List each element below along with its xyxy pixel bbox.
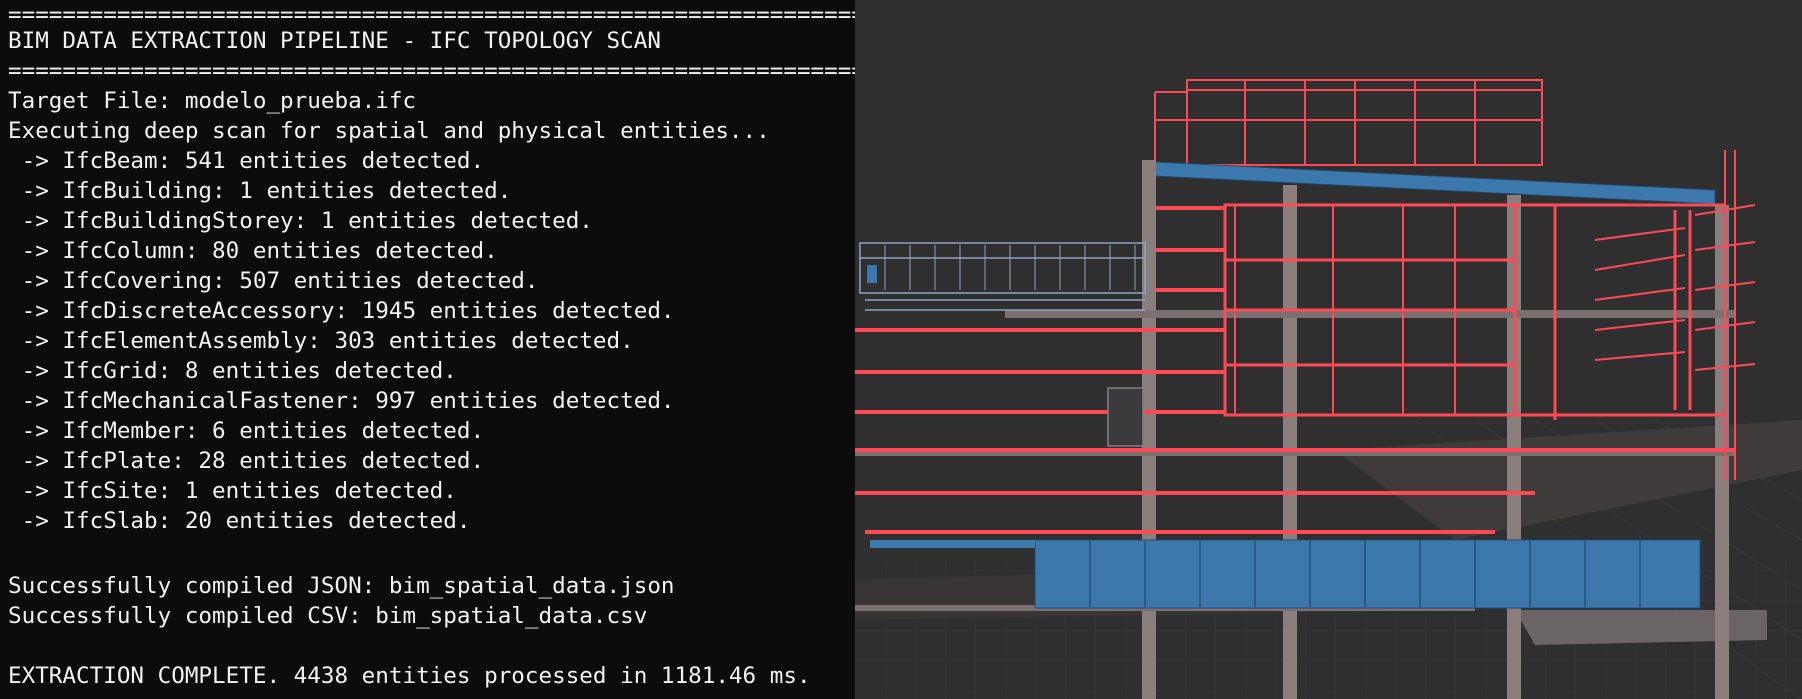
entity-line: -> IfcSlab: 20 entities detected.	[8, 508, 471, 534]
entity-line: -> IfcDiscreteAccessory: 1945 entities d…	[8, 298, 675, 324]
entity-line: -> IfcColumn: 80 entities detected.	[8, 238, 498, 264]
json-output-line: Successfully compiled JSON: bim_spatial_…	[8, 573, 675, 599]
entity-line: -> IfcBuildingStorey: 1 entities detecte…	[8, 208, 593, 234]
left-cantilever-truss	[859, 242, 1146, 311]
entity-line: -> IfcElementAssembly: 303 entities dete…	[8, 328, 634, 354]
roof-truss	[1154, 79, 1543, 166]
entity-line: -> IfcMember: 6 entities detected.	[8, 418, 485, 444]
bim-structure-render	[855, 79, 1802, 699]
entity-line: -> IfcGrid: 8 entities detected.	[8, 358, 457, 384]
blue-glazing-panels	[1034, 539, 1701, 609]
roof-beam	[1154, 161, 1716, 205]
entity-line: -> IfcSite: 1 entities detected.	[8, 478, 457, 504]
entity-line: -> IfcBuilding: 1 entities detected.	[8, 178, 512, 204]
scan-status-line: Executing deep scan for spatial and phys…	[8, 118, 770, 144]
door	[1107, 387, 1144, 447]
entity-line: -> IfcMechanicalFastener: 997 entities d…	[8, 388, 675, 414]
blue-ledge	[870, 540, 1035, 548]
3d-model-viewport[interactable]	[855, 0, 1802, 699]
pipeline-title: BIM DATA EXTRACTION PIPELINE - IFC TOPOL…	[8, 28, 661, 54]
cantilever-verticals	[884, 245, 1136, 290]
cantilever-panel	[867, 265, 877, 283]
target-file-line: Target File: modelo_prueba.ifc	[8, 88, 417, 114]
entity-line: -> IfcPlate: 28 entities detected.	[8, 448, 485, 474]
corner-slab	[1515, 610, 1767, 645]
csv-output-line: Successfully compiled CSV: bim_spatial_d…	[8, 603, 648, 629]
ground-slab	[1335, 420, 1802, 540]
entity-line: -> IfcCovering: 507 entities detected.	[8, 268, 539, 294]
extraction-complete-line: EXTRACTION COMPLETE. 4438 entities proce…	[8, 663, 811, 689]
terminal-window[interactable]: ========================================…	[0, 0, 855, 699]
entity-line: -> IfcBeam: 541 entities detected.	[8, 148, 485, 174]
separator-bottom: ========================================…	[8, 58, 855, 84]
